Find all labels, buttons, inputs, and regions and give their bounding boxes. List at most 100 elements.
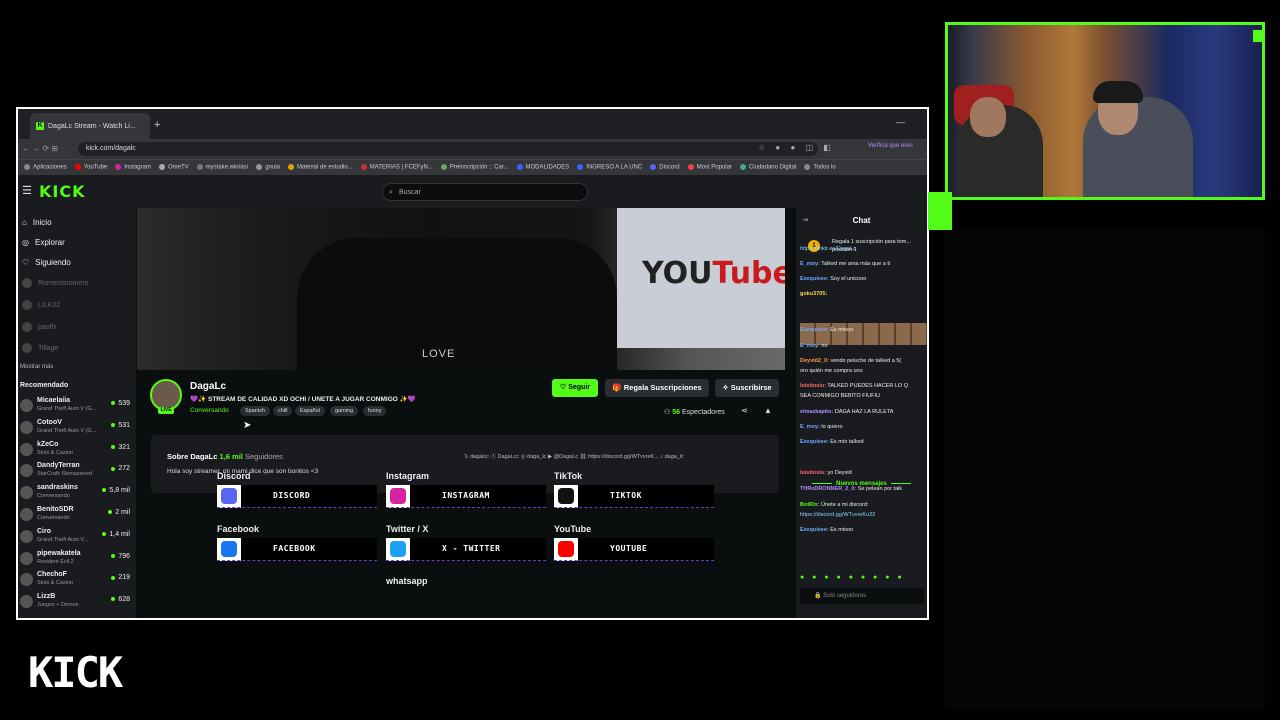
report-icon[interactable]: ▲ (764, 406, 772, 415)
new-messages-divider[interactable]: Nuevos mensajes (796, 481, 927, 487)
url-field[interactable]: kick.com/dagalc (78, 142, 818, 156)
bookmark-item[interactable]: Discord (650, 164, 680, 171)
bookmark-item[interactable]: MODALIDADES (516, 164, 569, 171)
bookmark-item[interactable]: Instagram (115, 164, 151, 171)
chat-username[interactable]: Ezequieee: (800, 276, 829, 282)
chat-username[interactable]: luisitosiu: (800, 470, 826, 476)
chat-message[interactable]: E_moy: Talked me ama más que a ti (800, 260, 927, 268)
sidebar-item-explorar[interactable]: ◎ Explorar (22, 238, 65, 247)
bookmark-item[interactable]: Most Popular (687, 164, 732, 171)
sidebar-item-siguiendo[interactable]: ♡ Siguiendo (22, 258, 71, 267)
chat-input[interactable]: 🔒 Solo seguidores (800, 588, 924, 604)
bookmark-item[interactable]: YouTube (74, 164, 107, 171)
panel-title: Discord (217, 471, 251, 481)
chat-message[interactable]: Deyvid2_0: vendo peluche de talked a 5( (800, 357, 927, 365)
chat-username[interactable]: E_moy: (800, 343, 820, 349)
chat-message[interactable]: BotRix: Únete a mi discord: (800, 501, 927, 509)
chat-message[interactable]: SEA CONMIGO BEBITO FIUFIU (800, 392, 927, 400)
recommended-channel[interactable]: BenitoSDR Conversando 2 mil (20, 505, 132, 525)
panel-link-x-twitter[interactable]: X - TWITTER (386, 538, 546, 561)
recommended-channel[interactable]: sandraskins Conversando 5,8 mil (20, 483, 132, 503)
minimize-button[interactable]: — (896, 117, 905, 127)
stream-category[interactable]: Conversando (190, 407, 229, 414)
menu-icon[interactable]: ☰ (22, 184, 32, 197)
chat-username[interactable]: Ezequieee: (800, 327, 829, 333)
bookmark-item[interactable]: Aplicaciones (24, 164, 67, 171)
bookmark-item[interactable]: Material de estudio... (288, 164, 353, 171)
chat-message[interactable]: luisitosiu: yo Deyvid (800, 469, 927, 477)
tag-espanol[interactable]: Español (295, 406, 325, 416)
channel-name[interactable]: DagaLc (190, 381, 226, 392)
gift-subs-button[interactable]: 🎁 Regala Suscripciones (605, 379, 709, 397)
bookmark-item[interactable]: Todos lo (804, 164, 836, 171)
panel-link-facebook[interactable]: FACEBOOK (217, 538, 377, 561)
chat-username[interactable]: E_moy: (800, 424, 820, 430)
chat-username[interactable]: Ezequieee: (800, 527, 829, 533)
chat-username[interactable]: Ezequieee: (800, 439, 829, 445)
chat-message[interactable]: Ezequieee: Es mío talked (800, 438, 927, 446)
tag-gaming[interactable]: gaming (330, 406, 359, 416)
chat-username[interactable]: E_moy: (800, 261, 820, 267)
chat-username[interactable]: goku3705: (800, 291, 827, 297)
tag-spanish[interactable]: Spanish (240, 406, 270, 416)
recommended-channel[interactable]: pipewakatela Resident Evil 2 796 (20, 549, 132, 569)
chat-message[interactable]: elmazkapito: DAGA HAZ LA RULETA (800, 408, 927, 416)
chat-message[interactable]: Ezequieee: Es miooo (800, 326, 927, 334)
discord-icon (221, 488, 237, 504)
panel-link-youtube[interactable]: YOUTUBE (554, 538, 714, 561)
chat-message[interactable]: E_moy: no (800, 342, 927, 350)
recommended-channel[interactable]: DandyTerran StarCraft: Remastered 272 (20, 461, 132, 481)
chat-message[interactable]: https://discord.gg/WTvvreKu32 (800, 511, 927, 519)
recommended-channel[interactable]: CotooV Grand Theft Auto V (G... 531 (20, 418, 132, 438)
bookmark-item[interactable]: MATERIAS | FCEFyN... (360, 164, 433, 171)
chat-message[interactable]: luisitosiu: TALKED PUEDES HACER LO Q (800, 382, 927, 390)
share-icon[interactable]: ⋖ (741, 406, 748, 415)
recommended-channel[interactable]: LizzB Juegos + Demos 628 (20, 592, 132, 612)
bookmark-item[interactable]: mystake.win/as/ (196, 164, 248, 171)
new-tab-button[interactable]: + (154, 119, 160, 131)
chat-username[interactable]: Deyvid2_0: (800, 358, 829, 364)
bookmark-favicon-icon (256, 164, 263, 171)
chat-message[interactable]: https://linktr.ee/DagaLc (800, 245, 927, 253)
recommended-channel[interactable]: kZeCo Slots & Casino 321 (20, 440, 132, 460)
search-input[interactable]: ⌕ Buscar (382, 183, 588, 201)
following-offline-item[interactable]: Tillage (22, 343, 58, 353)
bookmark-item[interactable]: Preinscripción :: Car... (440, 164, 509, 171)
social-links[interactable]: 𝕏 dagalcc ⓕ DagaLcc ◎ daga_lc ▶ @DagaLc … (464, 452, 684, 460)
chat-message[interactable]: Ezequieee: Soy el unicooo (800, 275, 927, 283)
panel-link-discord[interactable]: DISCORD (217, 485, 377, 508)
following-offline-item[interactable]: LILK22 (22, 300, 60, 310)
panel-link-tiktok[interactable]: TIKTOK (554, 485, 714, 508)
bookmark-item[interactable]: INGRESO A LA UNC (577, 164, 642, 171)
recommended-channel[interactable]: Micaelaiia Grand Theft Auto V (G... 539 (20, 396, 132, 416)
sidebar-item-inicio[interactable]: ⌂ Inicio (22, 218, 52, 227)
chat-message[interactable]: oro quién me compra uno (800, 367, 927, 375)
chat-username[interactable]: elmazkapito: (800, 409, 833, 415)
extension-icons[interactable]: ☆ ● ● ◫ ◧ (758, 143, 835, 152)
chat-message[interactable]: goku3705: (800, 290, 927, 298)
tag-chill[interactable]: chill (273, 406, 293, 416)
bookmark-item[interactable]: OmeTV (158, 164, 189, 171)
bookmark-item[interactable]: gnula (256, 164, 280, 171)
nav-arrows-icon[interactable]: ← → ⟳ ⊞ (22, 144, 58, 153)
chat-text: https://linktr.ee/DagaLc (800, 246, 856, 252)
chat-username[interactable]: BotRix: (800, 502, 820, 508)
tag-funny[interactable]: funny (363, 406, 387, 416)
following-offline-item[interactable]: Romerosromero (22, 278, 89, 288)
browser-tab[interactable]: K DagaLc Stream - Watch Li... (30, 113, 150, 139)
follow-button[interactable]: ♡ Seguir (552, 379, 598, 397)
video-player[interactable]: YOUTube LOVE (137, 208, 785, 370)
verify-badge[interactable]: Verifica que eres (868, 143, 913, 149)
following-offline-item[interactable]: paolfx (22, 322, 57, 332)
panel-link-instagram[interactable]: INSTAGRAM (386, 485, 546, 508)
bookmark-item[interactable]: Ciudadano Digital (739, 164, 796, 171)
recommended-channel[interactable]: Ciro Grand Theft Auto V... 1,4 mil (20, 527, 132, 547)
chat-username[interactable]: luisitosiu: (800, 383, 826, 389)
emote-picker-row[interactable]: ● ● ● ● ● ● ● ● ● (800, 574, 905, 581)
recommended-channel[interactable]: ChechoF Slots & Casino 219 (20, 570, 132, 590)
kick-logo[interactable]: KICK (39, 182, 86, 201)
chat-message[interactable]: Ezequieee: Es miooo (800, 526, 927, 534)
chat-message[interactable]: E_moy: lo quiero (800, 423, 927, 431)
show-more-link[interactable]: Mostrar más (20, 364, 53, 370)
subscribe-button[interactable]: ✧ Suscribirse (715, 379, 779, 397)
